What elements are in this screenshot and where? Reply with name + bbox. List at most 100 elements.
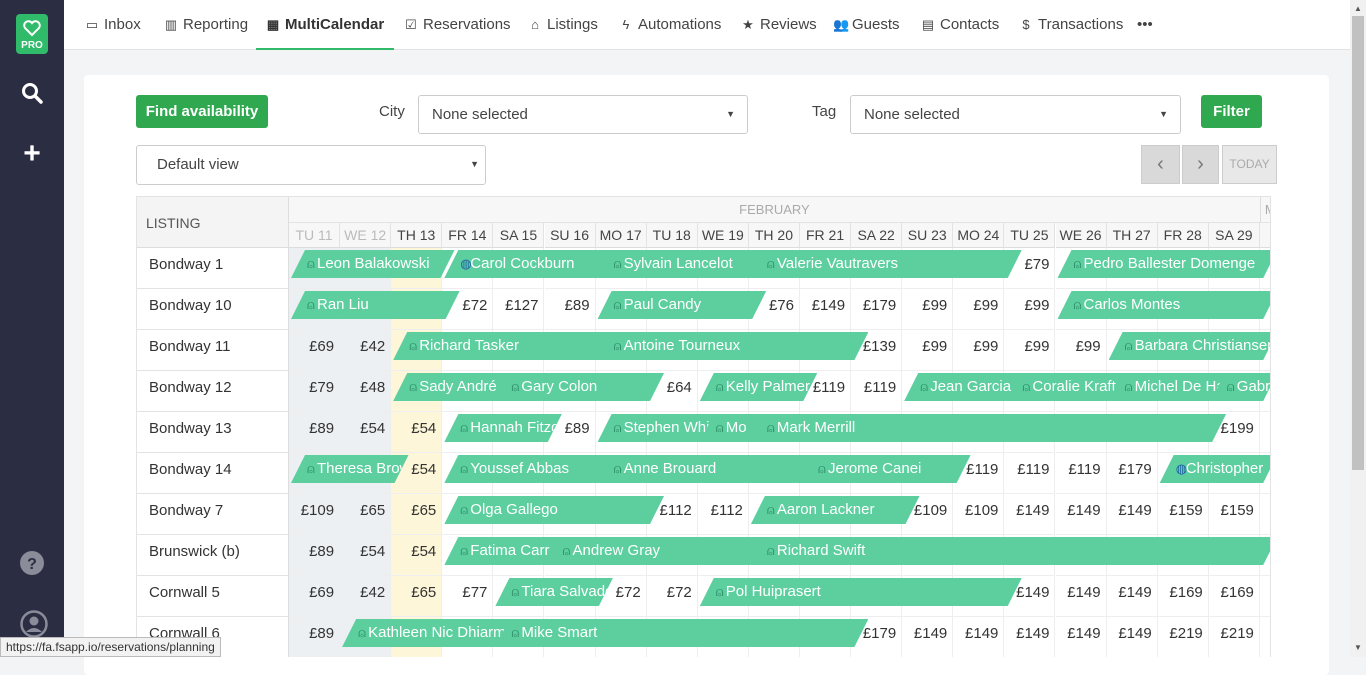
prev-button[interactable]: ‹	[1141, 145, 1180, 184]
nav-automations[interactable]: ϟ Automations	[619, 0, 722, 50]
price-cell[interactable]: £54	[340, 535, 391, 576]
price-cell[interactable]: £99	[902, 289, 953, 330]
reservation-bar[interactable]: ◍ Carol Cockburn	[444, 250, 613, 278]
reservation-bar[interactable]: ⍝ Valerie Vautravers	[751, 250, 1022, 278]
next-button[interactable]: ›	[1182, 145, 1219, 184]
reservation-bar[interactable]: ⍝ Jean Garcia	[904, 373, 1022, 401]
reservation-bar[interactable]: ⍝ Anne Brouard	[598, 455, 818, 483]
reservation-bar[interactable]: ⍝ Richard Tasker	[393, 332, 613, 360]
reservation-bar[interactable]: ⍝ Stephen White	[598, 414, 716, 442]
nav-reviews[interactable]: ★ Reviews	[741, 0, 817, 50]
listing-name[interactable]: Bondway 1	[137, 248, 289, 289]
price-cell[interactable]: £127	[493, 289, 544, 330]
reservation-bar[interactable]: ⍝ Pol Huiprasert	[700, 578, 1022, 606]
page-scrollbar[interactable]: ▲ ▼	[1350, 0, 1366, 657]
price-cell[interactable]: £159	[1209, 494, 1260, 535]
reservation-bar[interactable]: ⍝ Olga Gallego	[444, 496, 664, 524]
price-cell[interactable]: £99	[1004, 289, 1055, 330]
reservation-bar[interactable]: ⍝ Pedro Ballester Domenge	[1058, 250, 1272, 278]
price-cell[interactable]: £42	[340, 330, 391, 371]
price-cell[interactable]: £149	[902, 617, 953, 657]
reservation-bar[interactable]: ⍝ Barbara Christiansen	[1109, 332, 1271, 360]
price-cell[interactable]: £119	[851, 371, 902, 412]
reservation-bar[interactable]: ⍝ Sady André	[393, 373, 511, 401]
price-cell[interactable]: £89	[289, 535, 340, 576]
reservation-bar[interactable]: ⍝ Aaron Lackner	[751, 496, 920, 524]
reservation-bar[interactable]: ⍝ Paul Candy	[598, 291, 767, 319]
day-cell[interactable]	[1260, 617, 1270, 657]
nav-more[interactable]: •••	[1137, 0, 1153, 50]
nav-inbox[interactable]: ▭ Inbox	[85, 0, 141, 50]
price-cell[interactable]: £65	[340, 494, 391, 535]
reservation-bar[interactable]: ⍝ Antoine Tourneux	[598, 332, 869, 360]
filter-button[interactable]: Filter	[1201, 95, 1262, 128]
price-cell[interactable]: £54	[391, 535, 442, 576]
price-cell[interactable]: £48	[340, 371, 391, 412]
price-cell[interactable]: £219	[1158, 617, 1209, 657]
price-cell[interactable]: £149	[1004, 617, 1055, 657]
price-cell[interactable]: £89	[545, 289, 596, 330]
today-button[interactable]: TODAY	[1222, 145, 1277, 184]
day-cell[interactable]	[1259, 412, 1270, 453]
search-icon[interactable]	[20, 82, 44, 106]
price-cell[interactable]: £149	[800, 289, 851, 330]
price-cell[interactable]: £99	[902, 330, 953, 371]
reservation-bar[interactable]: ⍝Kathleen Nic Dhiarmada	[342, 619, 511, 647]
nav-listings[interactable]: ⌂ Listings	[528, 0, 598, 50]
listing-name[interactable]: Cornwall 5	[137, 576, 289, 617]
price-cell[interactable]: £219	[1209, 617, 1260, 657]
reservation-bar[interactable]: ◍ Christopher	[1160, 455, 1271, 483]
price-cell[interactable]: £149	[1056, 494, 1107, 535]
price-cell[interactable]: £109	[953, 494, 1004, 535]
price-cell[interactable]: £65	[391, 494, 442, 535]
price-cell[interactable]: £149	[1107, 494, 1158, 535]
reservation-bar[interactable]: ⍝ Andrew Gray	[547, 537, 767, 565]
find-availability-button[interactable]: Find availability	[136, 95, 268, 128]
price-cell[interactable]: £99	[953, 289, 1004, 330]
reservation-bar[interactable]: ⍝ Richard Swift	[751, 537, 1271, 565]
price-cell[interactable]: £99	[1004, 330, 1055, 371]
user-avatar-icon[interactable]	[20, 610, 48, 638]
reservation-bar[interactable]: ⍝Theresa Brown	[291, 455, 409, 483]
price-cell[interactable]: £72	[647, 576, 698, 617]
scrollbar-thumb[interactable]	[1352, 16, 1364, 470]
price-cell[interactable]: £159	[1158, 494, 1209, 535]
price-cell[interactable]: £79	[289, 371, 340, 412]
reservation-bar[interactable]: ⍝ Ran Liu	[291, 291, 460, 319]
nav-reporting[interactable]: ▥ Reporting	[164, 0, 248, 50]
price-cell[interactable]: £65	[391, 576, 442, 617]
nav-transactions[interactable]: $ Transactions	[1019, 0, 1123, 50]
reservation-bar[interactable]: ⍝Michel De Haan	[1109, 373, 1227, 401]
price-cell[interactable]: £179	[851, 289, 902, 330]
price-cell[interactable]: £54	[340, 412, 391, 453]
plus-icon[interactable]: +	[20, 139, 44, 169]
listing-name[interactable]: Bondway 12	[137, 371, 289, 412]
price-cell[interactable]: £54	[391, 412, 442, 453]
price-cell[interactable]: £89	[289, 412, 340, 453]
listing-name[interactable]: Bondway 14	[137, 453, 289, 494]
view-select[interactable]: Default view ▼	[136, 145, 486, 185]
listing-name[interactable]: Bondway 10	[137, 289, 289, 330]
price-cell[interactable]: £119	[1056, 453, 1107, 494]
price-cell[interactable]: £149	[1107, 617, 1158, 657]
help-icon[interactable]: ?	[20, 551, 44, 575]
day-cell[interactable]	[1259, 494, 1270, 535]
city-select[interactable]: None selected ▼	[418, 95, 748, 134]
listing-name[interactable]: Brunswick (b)	[137, 535, 289, 576]
reservation-bar[interactable]: ⍝ Tiara Salvador	[495, 578, 613, 606]
nav-guests[interactable]: 👥 Guests	[833, 0, 900, 50]
price-cell[interactable]: £149	[1107, 576, 1158, 617]
scroll-up-icon[interactable]: ▲	[1354, 4, 1362, 13]
price-cell[interactable]: £119	[1004, 453, 1055, 494]
listing-name[interactable]: Bondway 7	[137, 494, 289, 535]
price-cell[interactable]: £42	[340, 576, 391, 617]
price-cell[interactable]: £69	[289, 576, 340, 617]
price-cell[interactable]: £149	[953, 617, 1004, 657]
app-logo[interactable]: PRO	[16, 14, 48, 54]
reservation-bar[interactable]: ⍝ Leon Balakowski	[291, 250, 455, 278]
price-cell[interactable]: £149	[1056, 617, 1107, 657]
reservation-bar[interactable]: ⍝ Mark Merrill	[751, 414, 1226, 442]
price-cell[interactable]: £99	[953, 330, 1004, 371]
scroll-down-icon[interactable]: ▼	[1354, 643, 1362, 652]
price-cell[interactable]: £77	[442, 576, 493, 617]
